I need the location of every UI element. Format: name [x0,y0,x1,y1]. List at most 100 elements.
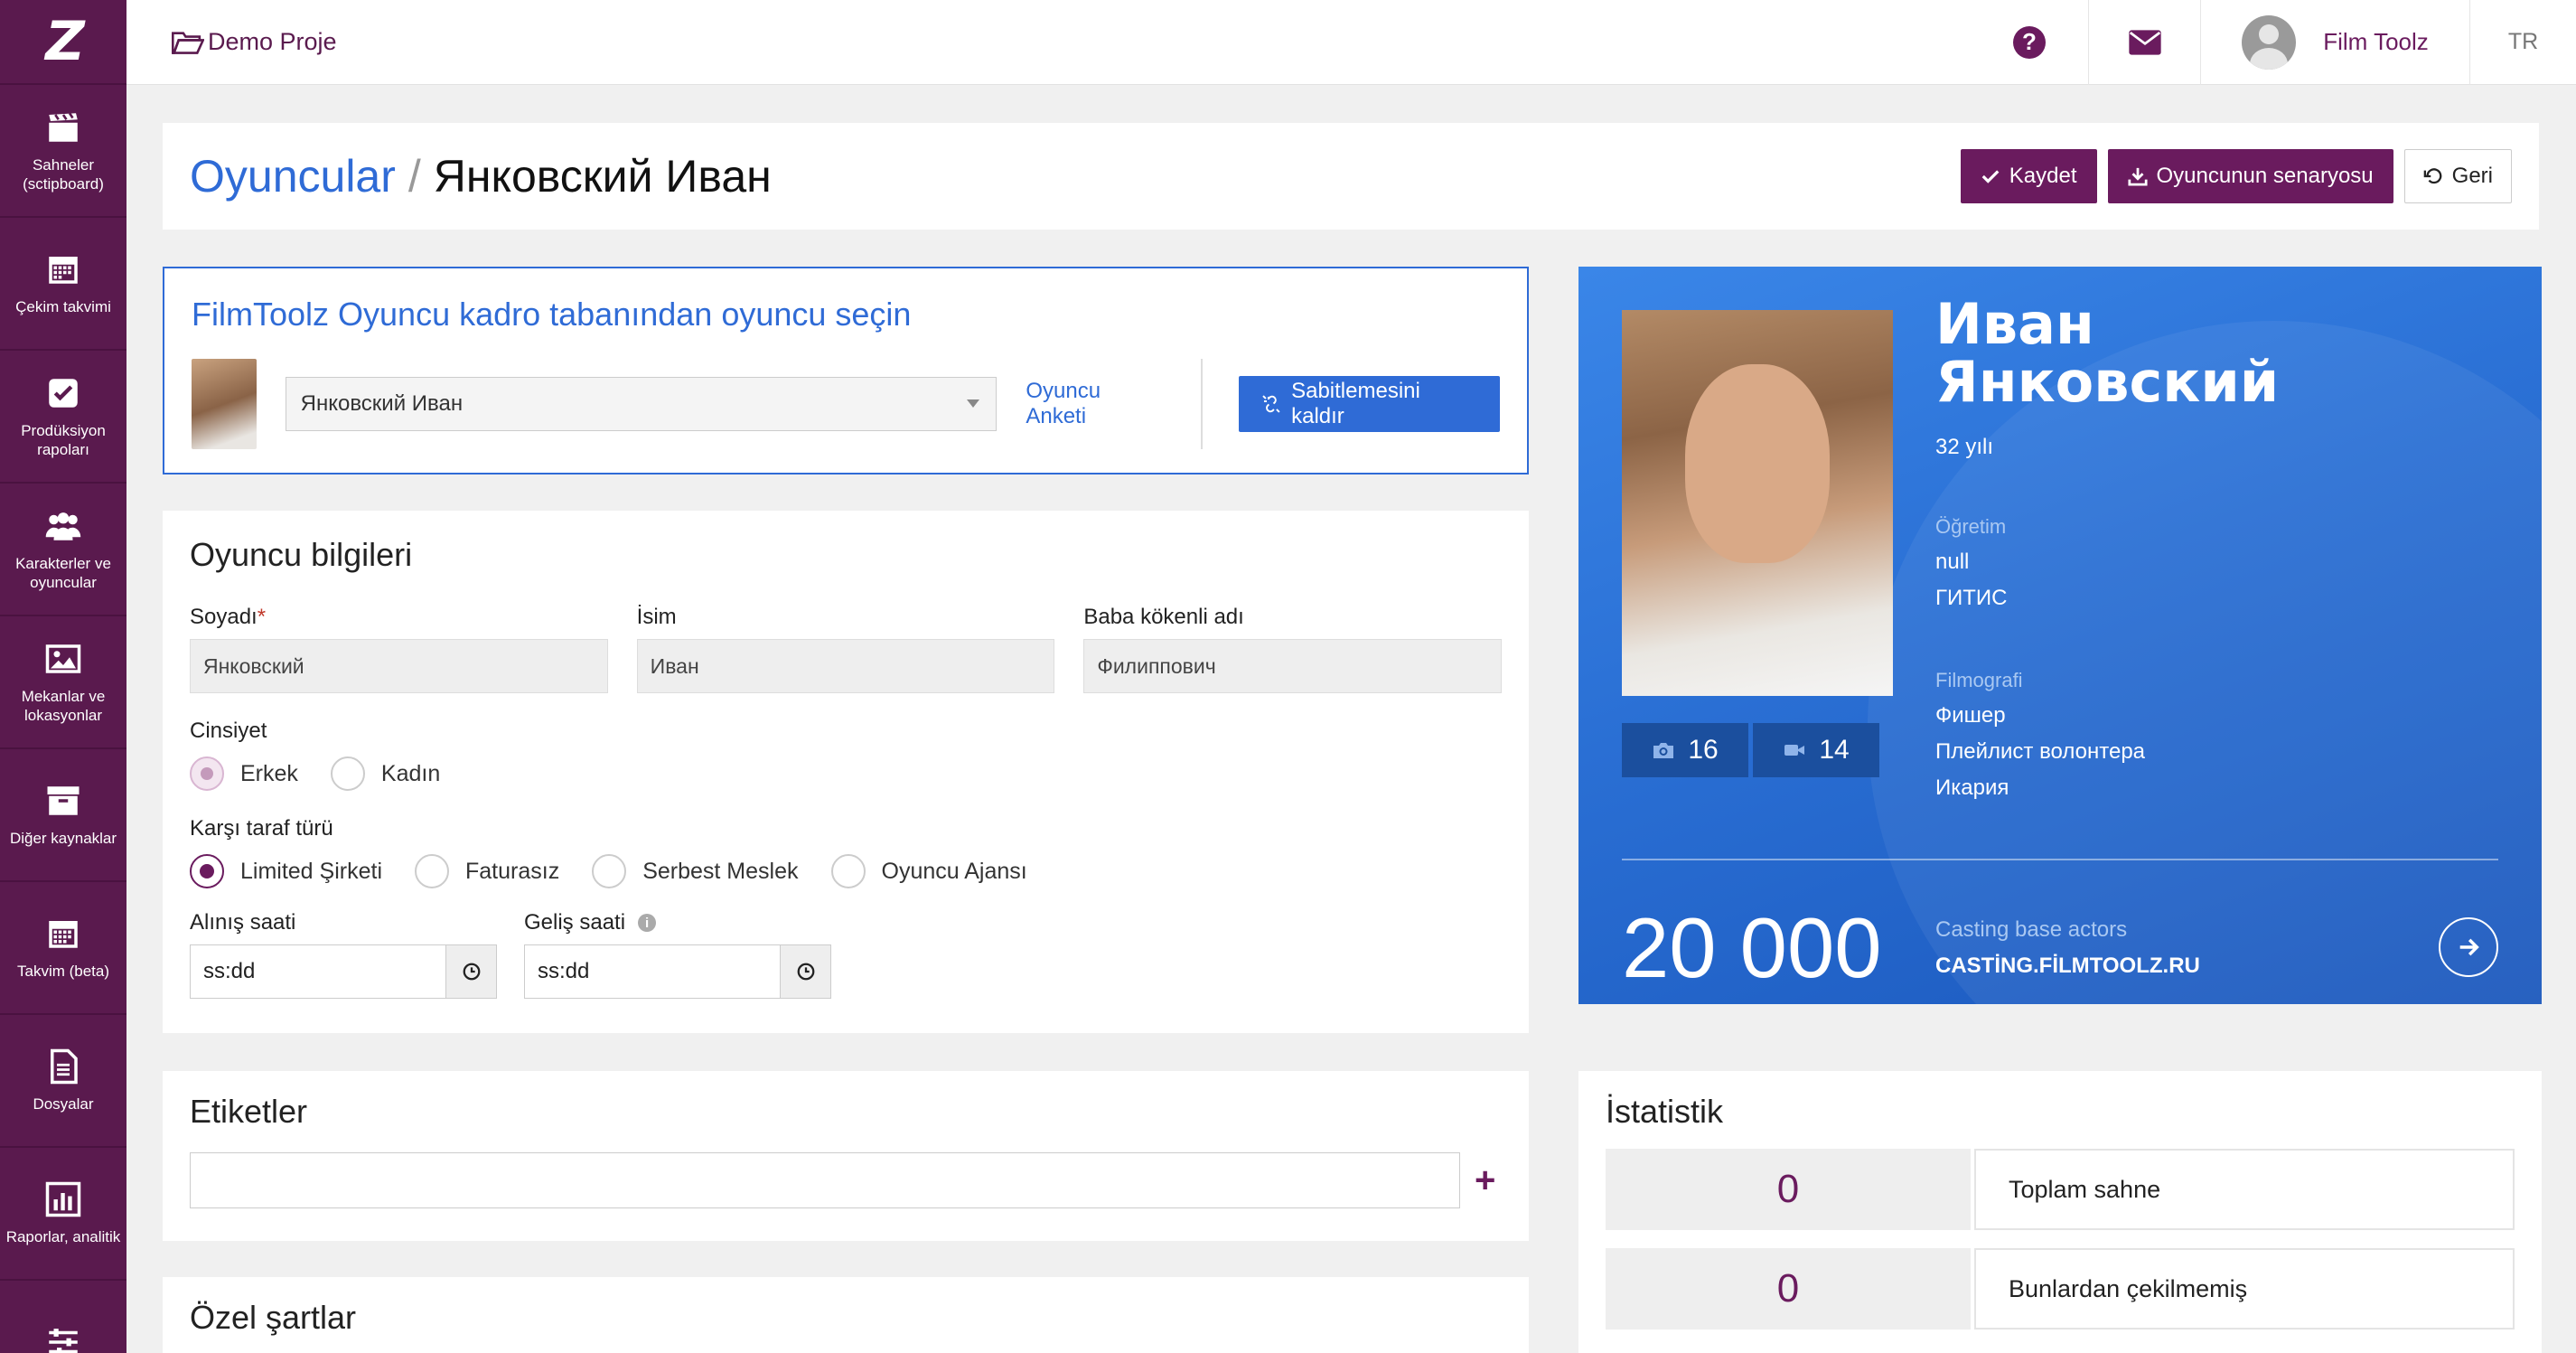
folder-open-icon [172,31,204,54]
tags-title: Etiketler [190,1093,308,1130]
radio-unselected [415,854,449,888]
gender-male-radio[interactable]: Erkek [190,756,298,791]
messages-button[interactable] [2088,0,2200,85]
actor-info-title: Oyuncu bilgileri [190,536,413,573]
sidebar-item-calendar-beta[interactable]: Takvim (beta) [0,882,126,1015]
clock-icon[interactable] [780,945,830,998]
user-menu[interactable]: Film Toolz [2200,0,2469,85]
videos-count-button[interactable]: 14 [1753,723,1879,777]
back-button[interactable]: Geri [2403,149,2512,203]
top-right-actions: ? Film Toolz TR [1971,0,2576,85]
archive-icon [47,786,80,815]
patronymic-input[interactable]: Филиппович [1083,639,1503,693]
sidebar-item-locations[interactable]: Mekanlar ve lokasyonlar [0,616,126,749]
radio-unselected [830,854,866,888]
actor-profile-card: 16 14 Иван Янковский 32 yılı Öğretim nul… [1578,267,2542,1004]
party-type-radios: Limited Şirketi Faturasız Serbest Meslek… [190,854,1502,888]
project-name: Demo Proje [208,28,337,55]
casting-base-label: Casting base actors [1935,917,2128,942]
user-name: Film Toolz [2323,28,2429,55]
film-item: Плейлист волонтера [1935,739,2146,764]
info-icon[interactable]: i [638,914,657,932]
surname-input[interactable]: Янковский [190,639,608,693]
sidebar-item-production-reports[interactable]: Prodüksiyon rapoları [0,351,126,484]
required-mark: * [257,605,267,629]
decorative-bubble [1868,321,2542,1004]
name-label: İsim [636,605,677,629]
name-fields: Soyadı* Янковский İsim Иван Baba kökenli… [190,605,1503,693]
sidebar-item-scenes[interactable]: Sahneler (sctipboard) [0,85,126,218]
header-actions: Kaydet Oyuncunun senaryosu Geri [1950,149,2512,203]
check-icon [1981,170,2000,183]
casting-base-count: 20 000 [1622,900,1882,995]
filmography-label: Filmografi [1935,669,2023,691]
add-tag-button[interactable]: + [1475,1160,1495,1201]
stat-value: 0 [1606,1248,1971,1330]
image-icon [45,644,81,673]
sliders-icon [49,1328,78,1353]
help-button[interactable]: ? [1971,0,2088,85]
film-item: Икария [1935,775,2009,800]
stat-value: 0 [1606,1149,1971,1230]
radio-unselected [330,756,365,791]
video-camera-icon [1784,745,1805,756]
envelope-icon [2128,29,2161,55]
avatar [2242,14,2297,70]
clock-icon[interactable] [445,945,496,998]
sidebar-item-reports[interactable]: Raporlar, analitik [0,1148,126,1281]
arrow-right-icon [2459,938,2479,956]
stat-row-unshot: 0 Bunlardan çekilmemiş [1606,1248,2515,1330]
tags-input[interactable] [190,1152,1460,1208]
actor-face [1685,364,1830,563]
surname-group: Soyadı* Янковский [190,605,608,693]
page-header: Oyuncular / Янковский Иван Kaydet Oyuncu… [163,123,2539,230]
unpin-button[interactable]: Sabitlemesini kaldır [1239,376,1500,432]
sidebar-item-shooting-schedule[interactable]: Çekim takvimi [0,218,126,351]
calendar-icon [49,257,78,284]
casting-base-site[interactable]: CASTİNG.FİLMTOOLZ.RU [1935,954,2200,979]
sidebar-item-characters[interactable]: Karakterler ve oyuncular [0,484,126,616]
patronymic-label: Baba kökenli adı [1083,605,1244,629]
radio-selected [190,756,224,791]
party-no-invoice-radio[interactable]: Faturasız [415,854,559,888]
party-agency-radio[interactable]: Oyuncu Ajansı [830,854,1027,888]
users-icon [45,512,81,540]
gender-female-radio[interactable]: Kadın [330,756,440,791]
app-logo[interactable]: Z [0,0,126,85]
project-selector[interactable]: Demo Proje [172,28,337,56]
arrival-time-input[interactable]: ss:dd [524,944,831,999]
sidebar-item-other-resources[interactable]: Diğer kaynaklar [0,749,126,882]
stat-label: Toplam sahne [1974,1149,2515,1230]
sidebar-item-files[interactable]: Dosyalar [0,1015,126,1148]
pickup-time-group: Alınış saati ss:dd [190,910,497,999]
document-icon [51,1048,78,1085]
actor-info-card: Oyuncu bilgileri Soyadı* Янковский İsim … [163,511,1529,1033]
actor-dropdown[interactable]: Янковский Иван [285,377,998,431]
language-switch[interactable]: TR [2469,0,2576,85]
actor-survey-link[interactable]: Oyuncu Anketi [1026,379,1165,429]
stat-label: Bunlardan çekilmemiş [1974,1248,2515,1330]
pickup-time-input[interactable]: ss:dd [190,944,497,999]
page-title: Янковский Иван [433,151,772,202]
sidebar-item-settings[interactable] [0,1281,126,1353]
party-freelance-radio[interactable]: Serbest Meslek [592,854,799,888]
party-ltd-radio[interactable]: Limited Şirketi [190,854,382,888]
education-value-1: null [1935,550,1970,574]
radio-selected [190,854,224,888]
actor-photo[interactable] [1622,310,1893,696]
breadcrumb-actors-link[interactable]: Oyuncular [190,150,396,202]
clapperboard-icon [49,112,78,142]
gender-radios: Erkek Kadın [190,756,1502,791]
sidebar: Z Sahneler (sctipboard) Çekim takvimi Pr… [0,0,126,1353]
bar-chart-icon [45,1181,81,1217]
casting-base-open-button[interactable] [2439,917,2498,977]
save-button[interactable]: Kaydet [1960,149,2097,203]
photos-count-button[interactable]: 16 [1622,723,1748,777]
party-type-label: Karşı taraf türü [190,816,333,841]
actor-age: 32 yılı [1935,435,1994,459]
divider [1201,359,1204,449]
question-circle-icon: ? [2013,25,2046,59]
actor-scenario-button[interactable]: Oyuncunun senaryosu [2107,149,2393,203]
education-value-2: ГИТИС [1935,586,2008,610]
name-input[interactable]: Иван [636,639,1055,693]
